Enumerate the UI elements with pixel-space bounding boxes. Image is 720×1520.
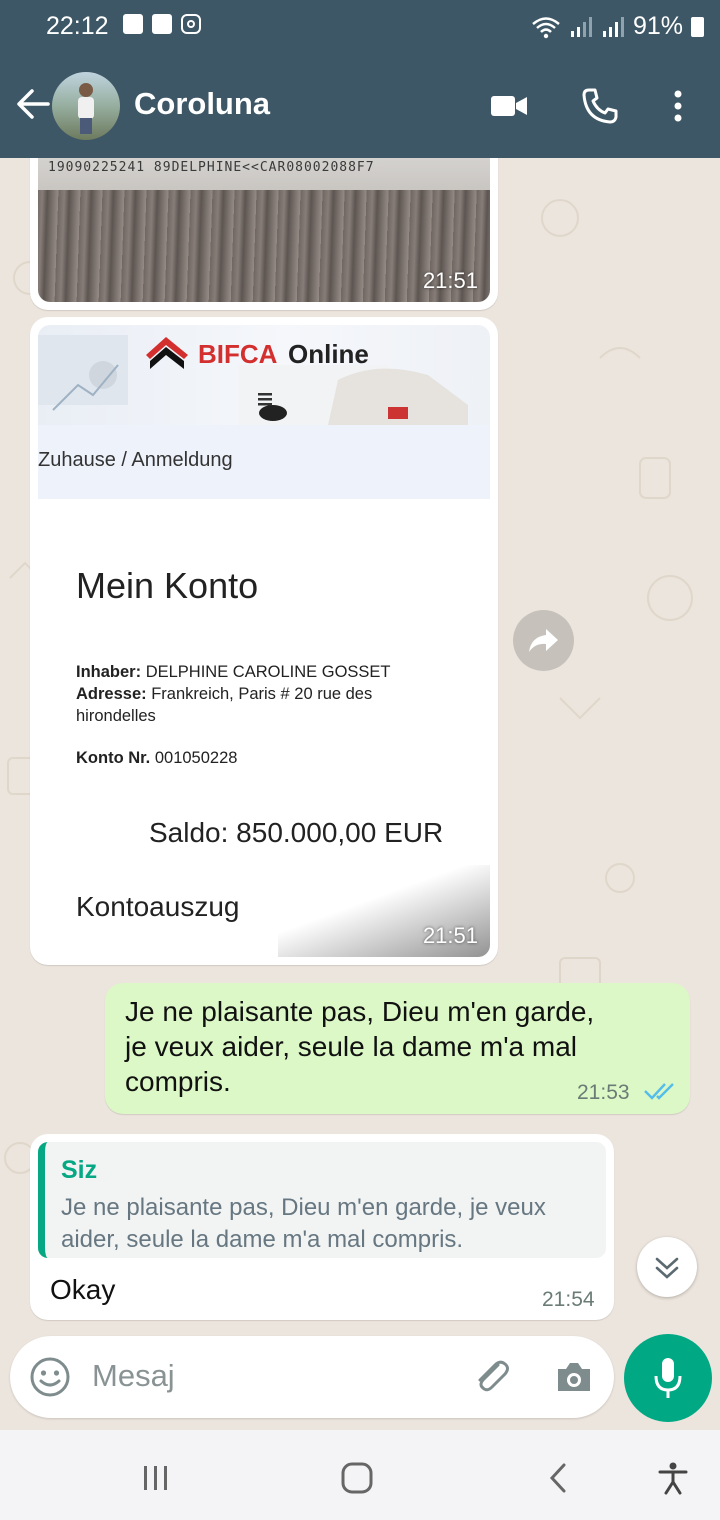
status-bar: 22:12 91% bbox=[0, 0, 720, 56]
status-time: 22:12 bbox=[46, 12, 109, 40]
bank-brand-suffix: Online bbox=[288, 339, 369, 369]
account-number-label: Konto Nr. bbox=[76, 749, 151, 767]
address-line: Adresse: Frankreich, Paris # 20 rue des bbox=[76, 685, 372, 704]
breadcrumb-band: Zuhause / Anmeldung bbox=[38, 425, 490, 499]
message-time: 21:51 bbox=[422, 923, 478, 948]
message-input[interactable]: Mesaj bbox=[92, 1358, 175, 1394]
scroll-to-bottom-button[interactable] bbox=[637, 1237, 697, 1297]
holder-value: DELPHINE CAROLINE GOSSET bbox=[145, 663, 391, 681]
microphone-icon bbox=[654, 1358, 682, 1398]
breadcrumb: Zuhause / Anmeldung bbox=[38, 449, 233, 471]
bank-screenshot[interactable]: BIFCA Online Zuhause / Anmeldung Mein Ko… bbox=[38, 325, 490, 957]
quote-text: aider, seule la dame m'a mal compris. bbox=[61, 1226, 464, 1253]
holder-label: Inhaber: bbox=[76, 663, 142, 681]
video-call-icon[interactable] bbox=[489, 86, 529, 126]
message-time: 21:53 bbox=[577, 1081, 630, 1104]
system-navigation-bar bbox=[0, 1430, 720, 1520]
home-icon[interactable] bbox=[339, 1460, 375, 1496]
emoji-icon[interactable] bbox=[28, 1355, 72, 1399]
account-number-value: 001050228 bbox=[154, 749, 238, 767]
account-balance: Saldo: 850.000,00 EUR bbox=[149, 817, 444, 848]
message-line: Je ne plaisante pas, Dieu m'en garde, bbox=[125, 996, 595, 1027]
quote-text: Je ne plaisante pas, Dieu m'en garde, je… bbox=[61, 1194, 546, 1221]
forward-icon bbox=[529, 629, 558, 652]
avatar-photo bbox=[78, 83, 94, 134]
phone-call-icon[interactable] bbox=[580, 86, 620, 126]
attach-icon[interactable] bbox=[470, 1355, 514, 1399]
battery-percent: 91% bbox=[632, 12, 683, 40]
system-status: 91% bbox=[531, 12, 704, 41]
recent-apps-icon[interactable] bbox=[138, 1460, 174, 1496]
account-number-line: Konto Nr. 001050228 bbox=[76, 749, 237, 768]
id-card-mrz: 19090225241 89DELPHINE<<CAR08002088F7 bbox=[48, 160, 375, 175]
camera-icon[interactable] bbox=[552, 1355, 596, 1399]
read-ticks-icon bbox=[644, 1083, 674, 1100]
message-line: compris. bbox=[125, 1066, 231, 1097]
double-chevron-down-icon bbox=[655, 1257, 679, 1279]
back-arrow-icon[interactable] bbox=[12, 84, 52, 124]
image-message-1[interactable]: 19090225241 89DELPHINE<<CAR08002088F7 21… bbox=[30, 158, 498, 310]
bank-brand: BIFCA bbox=[198, 339, 278, 369]
battery-icon bbox=[691, 16, 704, 37]
account-holder-line: Inhaber: DELPHINE CAROLINE GOSSET bbox=[76, 663, 391, 682]
bank-site-header: BIFCA Online bbox=[38, 325, 490, 425]
contact-name[interactable]: Coroluna bbox=[134, 86, 270, 122]
statement-link: Kontoauszug bbox=[76, 891, 240, 922]
wifi-icon bbox=[532, 16, 560, 38]
back-nav-icon[interactable] bbox=[540, 1460, 576, 1496]
quoted-message[interactable]: Siz Je ne plaisante pas, Dieu m'en garde… bbox=[38, 1142, 606, 1258]
address-label: Adresse: bbox=[76, 685, 147, 703]
forward-button[interactable] bbox=[513, 610, 574, 671]
account-title: Mein Konto bbox=[76, 565, 259, 606]
signal-icon-2 bbox=[602, 16, 624, 37]
notification-icons bbox=[123, 14, 201, 34]
message-time: 21:54 bbox=[542, 1288, 595, 1311]
message-line: je veux aider, seule la dame m'a mal bbox=[125, 1031, 578, 1062]
chat-area[interactable]: 19090225241 89DELPHINE<<CAR08002088F7 21… bbox=[0, 158, 720, 1330]
chat-header: Coroluna bbox=[0, 56, 720, 158]
facebook-icon bbox=[123, 14, 143, 34]
quote-author: Siz bbox=[61, 1156, 98, 1184]
reply-text: Okay bbox=[50, 1274, 116, 1305]
id-card-photo[interactable]: 19090225241 89DELPHINE<<CAR08002088F7 21… bbox=[38, 158, 490, 302]
message-input-bar[interactable]: Mesaj bbox=[10, 1336, 614, 1418]
address-value: Frankreich, Paris # 20 rue des bbox=[151, 685, 373, 703]
instagram-icon bbox=[181, 14, 201, 34]
address-value-cont: hirondelles bbox=[76, 707, 156, 725]
voice-message-button[interactable] bbox=[624, 1334, 712, 1422]
message-time: 21:51 bbox=[422, 268, 478, 293]
signal-icon bbox=[570, 16, 592, 37]
contact-avatar[interactable] bbox=[52, 72, 120, 140]
accessibility-icon[interactable] bbox=[655, 1460, 691, 1496]
outgoing-message[interactable]: Je ne plaisante pas, Dieu m'en garde, je… bbox=[105, 983, 690, 1114]
image-message-2[interactable]: BIFCA Online Zuhause / Anmeldung Mein Ko… bbox=[30, 317, 498, 965]
more-options-icon[interactable] bbox=[668, 86, 688, 126]
gallery-icon bbox=[152, 14, 172, 34]
reply-message[interactable]: Siz Je ne plaisante pas, Dieu m'en garde… bbox=[30, 1134, 614, 1320]
